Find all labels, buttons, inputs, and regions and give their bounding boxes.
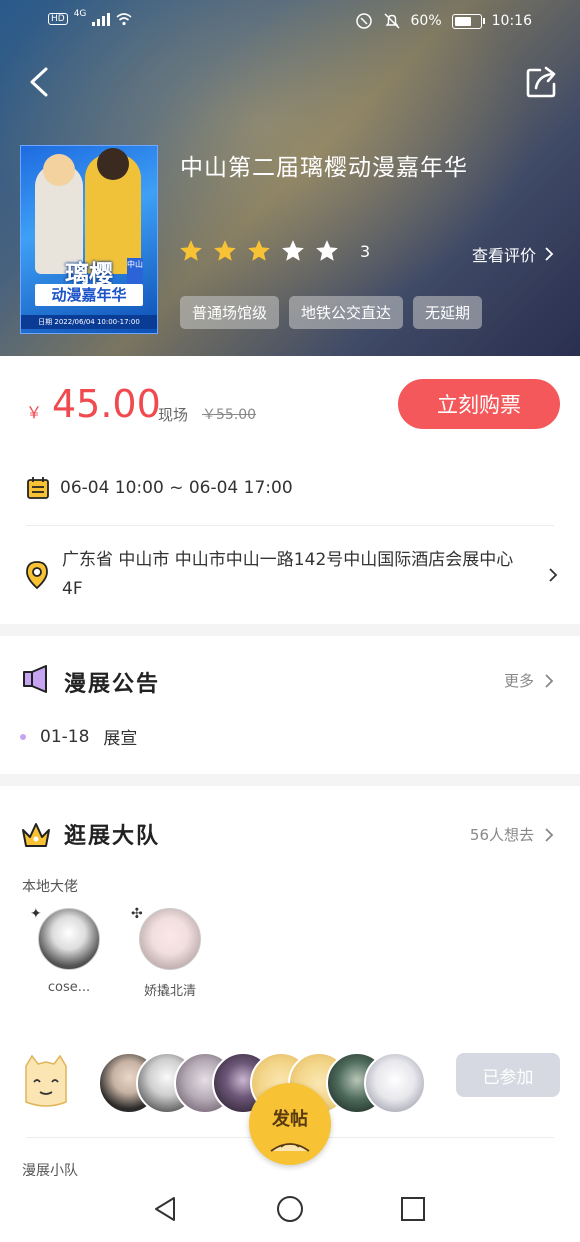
section-divider xyxy=(0,624,580,636)
price-row: ￥ 45.00 现场 ￥55.00 立刻购票 xyxy=(0,356,580,446)
crown-icon xyxy=(22,823,50,847)
cat-mascot-icon xyxy=(270,1143,310,1152)
view-reviews-link[interactable]: 查看评价 xyxy=(472,242,554,266)
joined-button[interactable]: 已参加 xyxy=(456,1053,560,1097)
star-filled-icon xyxy=(248,240,270,261)
star-empty-icon xyxy=(282,240,304,261)
section-divider xyxy=(0,774,580,786)
notice-text: 展宣 xyxy=(103,729,138,749)
signal-icon xyxy=(92,12,111,26)
currency-symbol: ￥ xyxy=(26,403,43,422)
chevron-right-icon xyxy=(545,827,554,842)
avatar xyxy=(364,1052,426,1114)
clock: 10:16 xyxy=(491,13,532,29)
post-fab-button[interactable]: 发帖 xyxy=(249,1083,331,1165)
system-nav-bar xyxy=(0,1176,580,1242)
share-icon[interactable] xyxy=(524,64,560,100)
divider xyxy=(26,525,554,526)
avatar xyxy=(139,908,201,970)
notice-title: 漫展公告 xyxy=(64,672,161,697)
team-count-link[interactable]: 56人想去 xyxy=(470,824,554,845)
price-amount: 45.00 xyxy=(52,382,161,426)
notice-item[interactable]: 01-18 展宣 xyxy=(20,724,137,749)
event-tag: 普通场馆级 xyxy=(180,296,280,329)
member-card[interactable]: ✦ cose... xyxy=(30,906,104,995)
want-to-go-count: 56人想去 xyxy=(469,826,534,844)
event-address: 广东省 中山市 中山市中山一路142号中山国际酒店会展中心4F xyxy=(62,550,514,599)
mute-bell-icon xyxy=(383,13,400,29)
star-filled-icon xyxy=(180,240,202,261)
member-name: cose... xyxy=(47,980,91,995)
member-name: 娇撬北清 xyxy=(143,984,196,999)
top-nav xyxy=(0,60,580,104)
star-empty-icon xyxy=(316,240,338,261)
event-tags: 普通场馆级 地铁公交直达 无延期 xyxy=(180,296,483,329)
nav-home-icon[interactable] xyxy=(275,1194,305,1224)
sparkle-icon: ✦ xyxy=(30,906,42,922)
team-title: 逛展大队 xyxy=(64,824,161,849)
megaphone-icon xyxy=(23,665,47,693)
event-title: 中山第二届璃樱动漫嘉年华 xyxy=(180,155,468,181)
poster-info: 日期 2022/06/04 10:00-17:00 xyxy=(21,315,157,329)
view-reviews-label: 查看评价 xyxy=(471,246,536,265)
event-poster: 璃樱 中山 动漫嘉年华 日期 2022/06/04 10:00-17:00 xyxy=(20,145,158,334)
battery-percent: 60% xyxy=(410,13,442,29)
badge-icon: ✣ xyxy=(131,906,143,922)
chevron-right-icon xyxy=(545,247,554,261)
post-fab-label: 发帖 xyxy=(272,1109,308,1130)
spot-label: 现场 xyxy=(158,406,189,424)
address-row[interactable]: 广东省 中山市 中山市中山一路142号中山国际酒店会展中心4F xyxy=(0,540,580,610)
member-card[interactable]: ✣ 娇撬北清 xyxy=(131,906,205,999)
local-label: 本地大佬 xyxy=(22,879,78,895)
more-label: 更多 xyxy=(503,672,534,690)
event-date: 06-04 10:00 ~ 06-04 17:00 xyxy=(60,478,293,498)
bullet-dot xyxy=(20,733,26,740)
nav-back-icon[interactable] xyxy=(150,1194,180,1224)
notice-more-link[interactable]: 更多 xyxy=(504,670,554,691)
chevron-right-icon xyxy=(549,568,558,582)
battery-icon xyxy=(451,13,485,29)
original-price: ￥55.00 xyxy=(202,407,257,423)
hd-badge: HD xyxy=(48,13,68,25)
event-tag: 无延期 xyxy=(413,296,483,329)
rating-stars: 3 xyxy=(178,238,370,264)
wifi-icon xyxy=(116,13,132,26)
vibrate-icon xyxy=(355,13,372,29)
date-row: 06-04 10:00 ~ 06-04 17:00 xyxy=(0,470,580,510)
chevron-right-icon xyxy=(545,673,554,688)
avatar xyxy=(38,908,100,970)
back-icon[interactable] xyxy=(26,66,54,98)
nav-recents-icon[interactable] xyxy=(398,1194,428,1224)
poster-subtitle: 动漫嘉年华 xyxy=(35,284,143,306)
rating-value: 3 xyxy=(360,241,371,261)
notice-date: 01-18 xyxy=(40,726,90,747)
buy-ticket-button[interactable]: 立刻购票 xyxy=(398,379,560,429)
status-bar: HD 4G 60% 10:16 xyxy=(0,0,580,44)
network-label: 4G xyxy=(73,9,87,19)
cat-mascot-icon xyxy=(25,1054,67,1107)
calendar-icon xyxy=(27,477,49,499)
event-tag: 地铁公交直达 xyxy=(289,296,404,329)
star-filled-icon xyxy=(214,240,236,261)
poster-city: 中山 xyxy=(127,258,143,286)
location-pin-icon xyxy=(26,561,48,590)
